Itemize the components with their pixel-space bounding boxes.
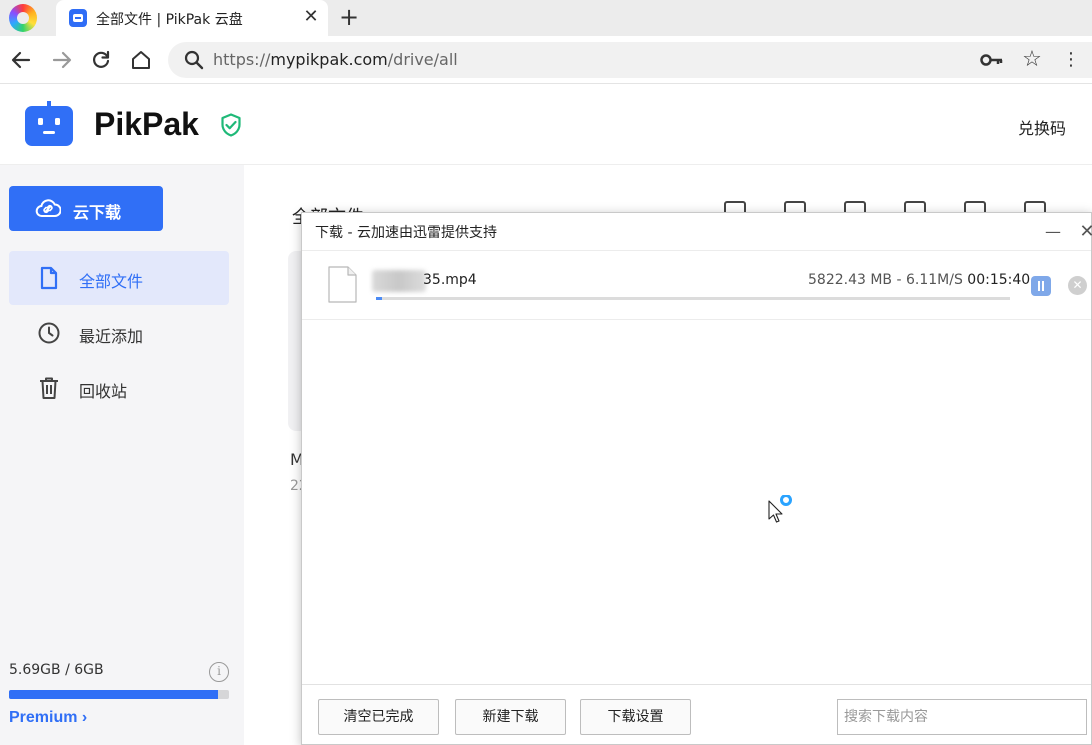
- verified-shield-icon: [221, 113, 241, 137]
- search-icon: [184, 50, 204, 70]
- new-download-button[interactable]: 新建下载: [455, 699, 566, 735]
- sidebar-item-label: 最近添加: [79, 327, 144, 346]
- storage-usage-text: 5.69GB / 6GB: [9, 662, 104, 678]
- brand-name[interactable]: PikPak: [94, 106, 199, 143]
- url-text[interactable]: https://mypikpak.com/drive/all: [213, 50, 458, 69]
- download-file-name: 35.mp4: [423, 272, 477, 288]
- browser-menu-icon[interactable]: ⋮: [1062, 48, 1082, 72]
- browser-nav-bar: https://mypikpak.com/drive/all ☆ ⋮: [0, 36, 1092, 84]
- new-tab-button[interactable]: +: [336, 4, 362, 30]
- blurred-filename: [372, 270, 426, 292]
- sidebar-item-label: 回收站: [79, 382, 128, 401]
- sidebar-item-recent[interactable]: 最近添加: [9, 306, 229, 360]
- download-dialog: 下载 - 云加速由迅雷提供支持 — ✕ 35.mp4 5822.43 MB - …: [301, 212, 1092, 745]
- cancel-download-icon[interactable]: ✕: [1068, 276, 1087, 295]
- address-bar[interactable]: https://mypikpak.com/drive/all ☆ ⋮: [168, 42, 1092, 78]
- key-icon[interactable]: [980, 50, 1004, 70]
- tab-close-icon[interactable]: ✕: [300, 6, 322, 28]
- sidebar: 云下载 全部文件 最近添加 回收站 5.69GB / 6GB i Premium…: [0, 165, 244, 745]
- clock-icon: [38, 322, 60, 344]
- browser-tab[interactable]: 全部文件 | PikPak 云盘 ✕: [56, 0, 328, 36]
- file-icon: [40, 266, 58, 290]
- url-prefix: https://: [213, 50, 271, 69]
- download-time-left: 00:15:40: [967, 272, 1031, 288]
- pikpak-logo-icon[interactable]: [24, 101, 74, 147]
- bookmark-star-icon[interactable]: ☆: [1020, 48, 1044, 72]
- app-header: PikPak 兑换码: [0, 84, 1092, 165]
- clear-completed-button[interactable]: 清空已完成: [318, 699, 439, 735]
- sidebar-item-label: 全部文件: [79, 272, 144, 291]
- download-stats: 5822.43 MB - 6.11M/S 00:15:40: [808, 272, 1030, 288]
- dialog-titlebar[interactable]: 下载 - 云加速由迅雷提供支持 — ✕: [302, 213, 1092, 251]
- dialog-title: 下载 - 云加速由迅雷提供支持: [315, 225, 497, 241]
- storage-usage-bar: [9, 690, 229, 699]
- pause-icon[interactable]: [1031, 276, 1051, 296]
- download-row[interactable]: 35.mp4 5822.43 MB - 6.11M/S 00:15:40 ✕: [302, 251, 1091, 320]
- cloud-download-button[interactable]: 云下载: [9, 186, 163, 231]
- browser-tab-bar: 全部文件 | PikPak 云盘 ✕ +: [0, 0, 1092, 36]
- sidebar-item-trash[interactable]: 回收站: [9, 361, 229, 415]
- pikpak-favicon-icon: [69, 9, 87, 27]
- dialog-footer: 清空已完成 新建下载 下载设置: [302, 684, 1091, 744]
- reload-icon[interactable]: [89, 48, 113, 72]
- download-size-speed: 5822.43 MB - 6.11M/S: [808, 272, 963, 288]
- browser-logo-icon[interactable]: [9, 4, 37, 32]
- forward-arrow-icon[interactable]: [50, 48, 74, 72]
- home-icon[interactable]: [129, 48, 153, 72]
- premium-link[interactable]: Premium ›: [9, 709, 87, 727]
- url-domain: mypikpak.com: [270, 50, 388, 69]
- download-progress-fill: [376, 297, 383, 300]
- sidebar-item-all-files[interactable]: 全部文件: [9, 251, 229, 305]
- storage-usage-fill: [9, 690, 218, 699]
- trash-icon: [40, 377, 58, 399]
- close-icon[interactable]: ✕: [1077, 219, 1092, 245]
- back-arrow-icon[interactable]: [9, 48, 33, 72]
- cloud-download-label: 云下载: [73, 203, 122, 222]
- download-progress-bar: [376, 297, 1010, 300]
- download-settings-button[interactable]: 下载设置: [580, 699, 691, 735]
- cloud-link-icon: [35, 199, 61, 217]
- minimize-icon[interactable]: —: [1043, 219, 1063, 245]
- url-path: /drive/all: [387, 50, 458, 69]
- search-downloads-input[interactable]: [837, 699, 1087, 735]
- tab-title: 全部文件 | PikPak 云盘: [96, 12, 243, 28]
- busy-cursor-icon: [768, 495, 792, 523]
- redeem-code-link[interactable]: 兑换码: [1018, 115, 1066, 139]
- info-icon[interactable]: i: [209, 662, 229, 682]
- document-icon: [328, 266, 357, 303]
